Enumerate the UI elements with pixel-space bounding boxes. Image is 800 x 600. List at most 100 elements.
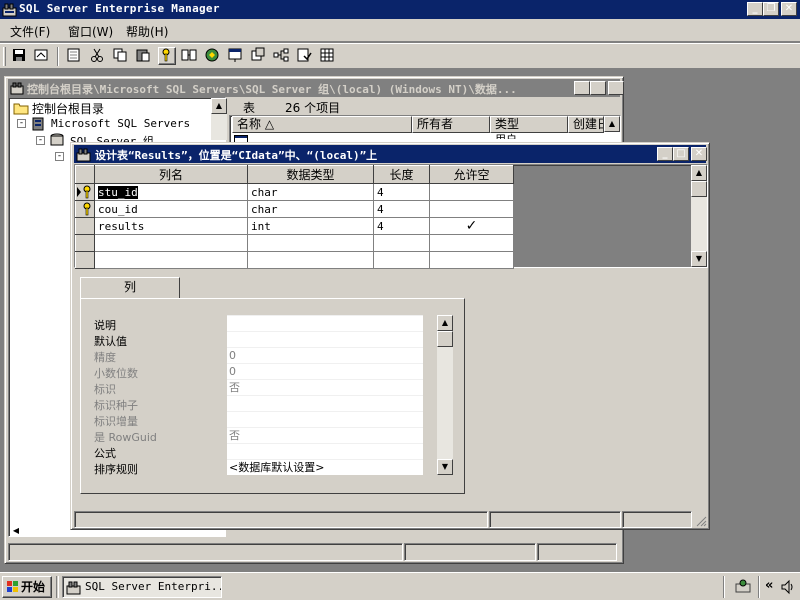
columns-grid[interactable]: 列名 数据类型 长度 允许空 stu_id char 4 cou_id char — [74, 164, 708, 269]
row-selector[interactable] — [75, 217, 95, 235]
cell-name[interactable] — [94, 234, 248, 252]
cell-nullable[interactable] — [429, 200, 514, 218]
prop-value-rowguid: 否 — [227, 427, 423, 443]
grid-scroll-down-button[interactable]: ▼ — [691, 251, 707, 267]
cell-nullable[interactable] — [429, 251, 514, 269]
taskbar-item-enterprise-manager[interactable]: SQL Server Enterpri... — [62, 576, 222, 598]
cell-length[interactable]: 4 — [373, 200, 430, 218]
column-header-length[interactable]: 长度 — [373, 165, 430, 184]
tree-item-sql-servers[interactable]: Microsoft SQL Servers — [30, 116, 210, 132]
resize-grip-icon[interactable] — [695, 515, 707, 527]
check-constraints-icon[interactable] — [296, 47, 314, 65]
grid-scroll-thumb[interactable] — [691, 181, 707, 197]
props-scroll-up-button[interactable]: ▲ — [437, 315, 453, 331]
column-header-name[interactable]: 列名 — [94, 165, 248, 184]
console-hscroll-left-button[interactable]: ◀ — [8, 523, 24, 539]
table-row[interactable] — [75, 251, 514, 269]
cell-nullable[interactable] — [429, 183, 514, 201]
sql-service-manager-icon[interactable] — [734, 578, 752, 594]
list-column-name[interactable]: 名称 △ — [232, 116, 412, 133]
console-close-button[interactable]: ✕ — [608, 81, 624, 95]
table-row[interactable]: results int 4 ✓ — [75, 217, 514, 235]
design-minimize-button[interactable]: _ — [657, 147, 673, 161]
cell-length[interactable]: 4 — [373, 183, 430, 201]
props-scroll-thumb[interactable] — [437, 331, 453, 347]
cell-name[interactable]: cou_id — [94, 200, 248, 218]
console-maximize-button[interactable]: □ — [590, 81, 606, 95]
design-maximize-button[interactable]: □ — [673, 147, 689, 161]
list-scroll-up-button[interactable]: ▲ — [604, 116, 620, 132]
table-row[interactable]: cou_id char 4 — [75, 200, 514, 218]
app-title-bar[interactable]: SQL Server Enterprise Manager _ ❐ ✕ — [0, 0, 800, 19]
manage-indexes-icon[interactable] — [204, 47, 222, 65]
cell-name[interactable]: stu_id — [94, 183, 248, 201]
table-row[interactable]: stu_id char 4 — [75, 183, 514, 201]
generate-script-icon[interactable] — [66, 47, 84, 65]
props-scroll-down-button[interactable]: ▼ — [437, 459, 453, 475]
row-selector[interactable] — [75, 234, 95, 252]
enterprise-manager-icon — [2, 3, 17, 17]
design-table-window[interactable]: 设计表“Results”，位置是“CIdata”中、“(local)”上 _ □… — [70, 142, 710, 530]
manage-constraints-icon[interactable] — [227, 47, 245, 65]
menu-window[interactable]: 窗口(W) — [68, 23, 113, 40]
column-header-datatype[interactable]: 数据类型 — [247, 165, 374, 184]
tree-scroll-up-button[interactable]: ▲ — [211, 98, 227, 114]
grid-vscroll[interactable]: ▲ ▼ — [691, 165, 707, 267]
menu-file[interactable]: 文件(F) — [10, 23, 50, 40]
show-grid-icon[interactable] — [319, 47, 337, 65]
tree-scrollbar[interactable]: ▲ — [211, 98, 227, 140]
cell-name[interactable]: results — [94, 217, 248, 235]
row-selector[interactable] — [75, 200, 95, 218]
table-relations-icon[interactable] — [181, 47, 199, 65]
table-row[interactable] — [75, 234, 514, 252]
cell-length[interactable] — [373, 251, 430, 269]
tree-expander[interactable]: - — [55, 152, 64, 161]
restore-button[interactable]: ❐ — [763, 2, 779, 16]
menu-help[interactable]: 帮助(H) — [126, 23, 168, 40]
cut-icon[interactable] — [89, 47, 107, 65]
console-minimize-button[interactable]: _ — [574, 81, 590, 95]
cell-nullable[interactable]: ✓ — [429, 217, 514, 235]
row-selector[interactable] — [75, 183, 95, 201]
cell-type[interactable]: char — [247, 200, 374, 218]
row-selector[interactable] — [75, 251, 95, 269]
cell-length[interactable]: 4 — [373, 217, 430, 235]
cell-type[interactable] — [247, 234, 374, 252]
list-column-owner[interactable]: 所有者 — [412, 116, 490, 133]
column-header-allow-nulls[interactable]: 允许空 — [429, 165, 514, 184]
properties-icon[interactable] — [33, 47, 51, 65]
prop-label-identity-seed: 标识种子 — [94, 399, 138, 412]
design-title-bar[interactable]: 设计表“Results”，位置是“CIdata”中、“(local)”上 _ □… — [74, 145, 707, 163]
cell-type[interactable] — [247, 251, 374, 269]
start-button[interactable]: 开始 — [2, 576, 52, 598]
cell-nullable[interactable] — [429, 234, 514, 252]
tab-columns[interactable]: 列 — [80, 277, 180, 299]
cell-type[interactable]: int — [247, 217, 374, 235]
minimize-button[interactable]: _ — [747, 2, 763, 16]
paste-icon[interactable] — [135, 47, 153, 65]
copy-icon[interactable] — [112, 47, 130, 65]
primary-key-icon[interactable] — [158, 47, 176, 65]
cell-name[interactable] — [94, 251, 248, 269]
prop-value-formula[interactable] — [227, 443, 423, 459]
manage-triggers-icon[interactable] — [250, 47, 268, 65]
relationships-icon[interactable] — [273, 47, 291, 65]
tray-expand-icon[interactable]: « — [765, 578, 773, 593]
prop-value-description[interactable] — [227, 315, 423, 331]
cell-type[interactable]: char — [247, 183, 374, 201]
tree-item-root[interactable]: 控制台根目录 — [13, 100, 193, 116]
tree-expander[interactable]: - — [17, 119, 26, 128]
close-button[interactable]: ✕ — [781, 2, 797, 16]
prop-value-collation[interactable]: <数据库默认设置> — [227, 459, 423, 475]
save-icon[interactable] — [11, 47, 29, 65]
tree-expander[interactable]: - — [36, 136, 45, 145]
speaker-icon[interactable] — [780, 579, 796, 595]
prop-value-default[interactable] — [227, 331, 423, 347]
design-close-button[interactable]: ✕ — [691, 147, 707, 161]
cell-length[interactable] — [373, 234, 430, 252]
prop-label-formula: 公式 — [94, 447, 116, 460]
grid-scroll-up-button[interactable]: ▲ — [691, 165, 707, 181]
list-column-created[interactable]: 创建日 — [568, 116, 604, 133]
props-scrollbar[interactable]: ▲ ▼ — [437, 315, 453, 475]
console-title-bar[interactable]: 控制台根目录\Microsoft SQL Servers\SQL Server … — [8, 79, 624, 97]
